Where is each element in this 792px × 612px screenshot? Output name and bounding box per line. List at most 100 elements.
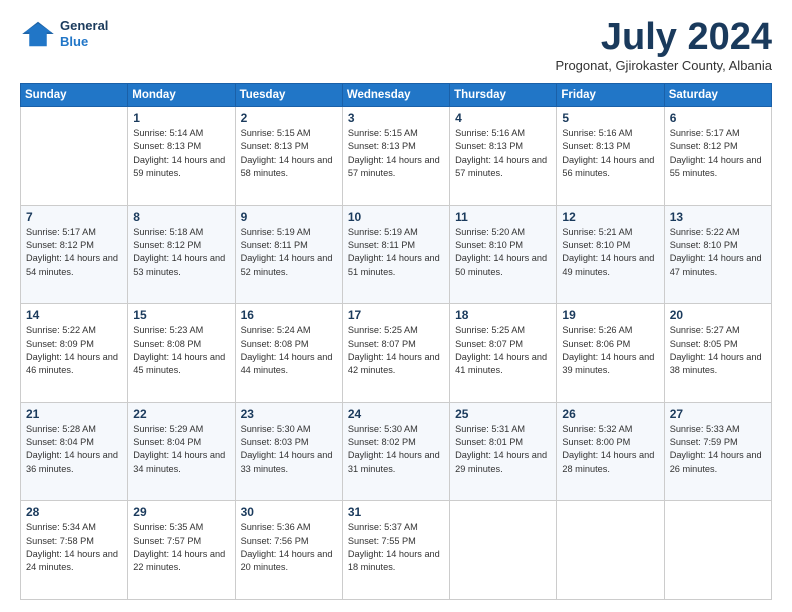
table-row: 24Sunrise: 5:30 AM Sunset: 8:02 PM Dayli… (342, 402, 449, 501)
day-number: 12 (562, 210, 658, 224)
col-sunday: Sunday (21, 84, 128, 107)
cell-info: Sunrise: 5:25 AM Sunset: 8:07 PM Dayligh… (348, 324, 444, 377)
day-number: 30 (241, 505, 337, 519)
cell-info: Sunrise: 5:36 AM Sunset: 7:56 PM Dayligh… (241, 521, 337, 574)
cell-info: Sunrise: 5:17 AM Sunset: 8:12 PM Dayligh… (26, 226, 122, 279)
cell-info: Sunrise: 5:14 AM Sunset: 8:13 PM Dayligh… (133, 127, 229, 180)
table-row: 22 Sunrise: 5:29 AM Sunset: 8:04 PM Dayli… (128, 402, 235, 501)
logo-text-block: General Blue (60, 18, 108, 49)
month-title: July 2024 (555, 18, 772, 56)
logo-icon (20, 20, 56, 48)
table-row: 17 Sunrise: 5:25 AM Sunset: 8:07 PM Dayli… (342, 304, 449, 403)
table-row: 9Sunrise: 5:19 AM Sunset: 8:11 PM Daylig… (235, 205, 342, 304)
day-number: 17 (348, 308, 444, 322)
cell-info: Sunrise: 5:15 AM Sunset: 8:13 PM Dayligh… (241, 127, 337, 180)
table-row: 19 Sunrise: 5:26 AM Sunset: 8:06 PM Dayli… (557, 304, 664, 403)
day-number: 2 (241, 111, 337, 125)
calendar-week-5: 28 Sunrise: 5:34 AM Sunset: 7:58 PM Dayli… (21, 501, 772, 600)
logo-line1: General (60, 18, 108, 34)
cell-info: Sunrise: 5:26 AM Sunset: 8:06 PM Dayligh… (562, 324, 658, 377)
table-row: 21Sunrise: 5:28 AM Sunset: 8:04 PM Dayli… (21, 402, 128, 501)
table-row: 15 Sunrise: 5:23 AM Sunset: 8:08 PM Dayli… (128, 304, 235, 403)
col-monday: Monday (128, 84, 235, 107)
day-number: 29 (133, 505, 229, 519)
table-row: 3Sunrise: 5:15 AM Sunset: 8:13 PM Daylig… (342, 107, 449, 206)
table-row: 26 Sunrise: 5:32 AM Sunset: 8:00 PM Dayli… (557, 402, 664, 501)
table-row: 8 Sunrise: 5:18 AM Sunset: 8:12 PM Daylig… (128, 205, 235, 304)
table-row: 25Sunrise: 5:31 AM Sunset: 8:01 PM Dayli… (450, 402, 557, 501)
cell-info: Sunrise: 5:21 AM Sunset: 8:10 PM Dayligh… (562, 226, 658, 279)
day-number: 16 (241, 308, 337, 322)
cell-info: Sunrise: 5:29 AM Sunset: 8:04 PM Dayligh… (133, 423, 229, 476)
cell-info: Sunrise: 5:17 AM Sunset: 8:12 PM Dayligh… (670, 127, 766, 180)
table-row: 12 Sunrise: 5:21 AM Sunset: 8:10 PM Dayli… (557, 205, 664, 304)
day-number: 22 (133, 407, 229, 421)
table-row: 2 Sunrise: 5:15 AM Sunset: 8:13 PM Daylig… (235, 107, 342, 206)
day-number: 13 (670, 210, 766, 224)
day-number: 24 (348, 407, 444, 421)
day-number: 4 (455, 111, 551, 125)
cell-info: Sunrise: 5:19 AM Sunset: 8:11 PM Dayligh… (348, 226, 444, 279)
day-number: 31 (348, 505, 444, 519)
table-row: 29 Sunrise: 5:35 AM Sunset: 7:57 PM Dayli… (128, 501, 235, 600)
table-row: 14 Sunrise: 5:22 AM Sunset: 8:09 PM Dayli… (21, 304, 128, 403)
day-number: 8 (133, 210, 229, 224)
day-number: 10 (348, 210, 444, 224)
day-number: 3 (348, 111, 444, 125)
table-row (21, 107, 128, 206)
cell-info: Sunrise: 5:24 AM Sunset: 8:08 PM Dayligh… (241, 324, 337, 377)
day-number: 28 (26, 505, 122, 519)
cell-info: Sunrise: 5:35 AM Sunset: 7:57 PM Dayligh… (133, 521, 229, 574)
calendar-week-3: 14 Sunrise: 5:22 AM Sunset: 8:09 PM Dayli… (21, 304, 772, 403)
logo-line2: Blue (60, 34, 108, 50)
table-row (557, 501, 664, 600)
table-row: 27Sunrise: 5:33 AM Sunset: 7:59 PM Dayli… (664, 402, 771, 501)
day-number: 27 (670, 407, 766, 421)
table-row: 11Sunrise: 5:20 AM Sunset: 8:10 PM Dayli… (450, 205, 557, 304)
cell-info: Sunrise: 5:23 AM Sunset: 8:08 PM Dayligh… (133, 324, 229, 377)
day-number: 1 (133, 111, 229, 125)
table-row: 31Sunrise: 5:37 AM Sunset: 7:55 PM Dayli… (342, 501, 449, 600)
calendar-week-4: 21Sunrise: 5:28 AM Sunset: 8:04 PM Dayli… (21, 402, 772, 501)
day-number: 19 (562, 308, 658, 322)
cell-info: Sunrise: 5:22 AM Sunset: 8:10 PM Dayligh… (670, 226, 766, 279)
cell-info: Sunrise: 5:18 AM Sunset: 8:12 PM Dayligh… (133, 226, 229, 279)
day-number: 21 (26, 407, 122, 421)
table-row: 4 Sunrise: 5:16 AM Sunset: 8:13 PM Daylig… (450, 107, 557, 206)
table-row: 30 Sunrise: 5:36 AM Sunset: 7:56 PM Dayli… (235, 501, 342, 600)
table-row: 5Sunrise: 5:16 AM Sunset: 8:13 PM Daylig… (557, 107, 664, 206)
col-thursday: Thursday (450, 84, 557, 107)
table-row: 13 Sunrise: 5:22 AM Sunset: 8:10 PM Dayli… (664, 205, 771, 304)
header: General Blue July 2024 Progonat, Gjiroka… (20, 18, 772, 73)
day-number: 7 (26, 210, 122, 224)
table-row (664, 501, 771, 600)
day-number: 15 (133, 308, 229, 322)
cell-info: Sunrise: 5:22 AM Sunset: 8:09 PM Dayligh… (26, 324, 122, 377)
day-number: 26 (562, 407, 658, 421)
day-number: 6 (670, 111, 766, 125)
cell-info: Sunrise: 5:34 AM Sunset: 7:58 PM Dayligh… (26, 521, 122, 574)
table-row: 10 Sunrise: 5:19 AM Sunset: 8:11 PM Dayli… (342, 205, 449, 304)
day-number: 18 (455, 308, 551, 322)
col-friday: Friday (557, 84, 664, 107)
location: Progonat, Gjirokaster County, Albania (555, 58, 772, 73)
day-number: 14 (26, 308, 122, 322)
table-row: 7 Sunrise: 5:17 AM Sunset: 8:12 PM Daylig… (21, 205, 128, 304)
page: General Blue July 2024 Progonat, Gjiroka… (0, 0, 792, 612)
calendar-week-2: 7 Sunrise: 5:17 AM Sunset: 8:12 PM Daylig… (21, 205, 772, 304)
cell-info: Sunrise: 5:30 AM Sunset: 8:03 PM Dayligh… (241, 423, 337, 476)
table-row: 1 Sunrise: 5:14 AM Sunset: 8:13 PM Daylig… (128, 107, 235, 206)
cell-info: Sunrise: 5:32 AM Sunset: 8:00 PM Dayligh… (562, 423, 658, 476)
table-row: 16 Sunrise: 5:24 AM Sunset: 8:08 PM Dayli… (235, 304, 342, 403)
table-row: 20Sunrise: 5:27 AM Sunset: 8:05 PM Dayli… (664, 304, 771, 403)
cell-info: Sunrise: 5:25 AM Sunset: 8:07 PM Dayligh… (455, 324, 551, 377)
title-block: July 2024 Progonat, Gjirokaster County, … (555, 18, 772, 73)
cell-info: Sunrise: 5:16 AM Sunset: 8:13 PM Dayligh… (455, 127, 551, 180)
table-row: 23Sunrise: 5:30 AM Sunset: 8:03 PM Dayli… (235, 402, 342, 501)
cell-info: Sunrise: 5:27 AM Sunset: 8:05 PM Dayligh… (670, 324, 766, 377)
logo: General Blue (20, 18, 108, 49)
day-number: 11 (455, 210, 551, 224)
table-row: 6 Sunrise: 5:17 AM Sunset: 8:12 PM Daylig… (664, 107, 771, 206)
cell-info: Sunrise: 5:16 AM Sunset: 8:13 PM Dayligh… (562, 127, 658, 180)
day-number: 25 (455, 407, 551, 421)
